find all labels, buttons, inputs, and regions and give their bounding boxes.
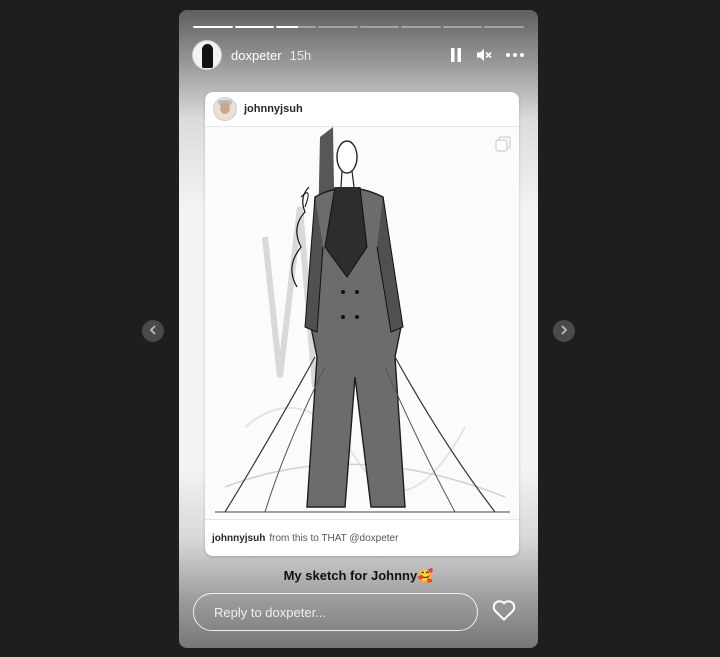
story-time: 15h (289, 47, 312, 63)
heart-icon[interactable] (492, 599, 516, 626)
progress-segment (317, 26, 358, 28)
progress-segment (193, 26, 233, 28)
shared-post-card[interactable]: johnnyjsuh johnnyjsuh from this to THAT … (205, 92, 519, 556)
progress-segment (484, 26, 524, 28)
caption-text: from this to THAT @doxpeter (269, 532, 399, 544)
chevron-left-icon (149, 322, 157, 340)
reply-placeholder: Reply to doxpeter... (214, 604, 327, 620)
avatar[interactable] (193, 41, 221, 69)
reply-input[interactable]: Reply to doxpeter... (193, 593, 478, 631)
story-header: doxpeter 15h (193, 40, 524, 70)
progress-segment (359, 26, 400, 28)
chevron-right-icon (560, 322, 568, 340)
more-icon[interactable] (506, 53, 524, 57)
story-progress-bar (193, 26, 524, 28)
story-text: My sketch for Johnny🥰 (283, 568, 434, 583)
progress-segment (442, 26, 483, 28)
shared-post-caption: johnnyjsuh from this to THAT @doxpeter (205, 519, 519, 556)
story-username[interactable]: doxpeter (231, 48, 282, 63)
progress-segment-current (276, 26, 316, 28)
fashion-sketch-image (205, 127, 519, 520)
progress-segment (234, 26, 275, 28)
previous-story-button[interactable] (142, 320, 164, 342)
shared-post-header: johnnyjsuh (205, 92, 519, 127)
progress-segment (401, 26, 441, 28)
shared-post-avatar[interactable] (213, 97, 237, 121)
mute-icon[interactable] (476, 48, 492, 62)
multiple-images-icon (495, 136, 511, 157)
caption-username[interactable]: johnnyjsuh (212, 533, 265, 544)
next-story-button[interactable] (553, 320, 575, 342)
shared-post-username[interactable]: johnnyjsuh (244, 103, 303, 115)
pause-icon[interactable] (450, 48, 462, 62)
